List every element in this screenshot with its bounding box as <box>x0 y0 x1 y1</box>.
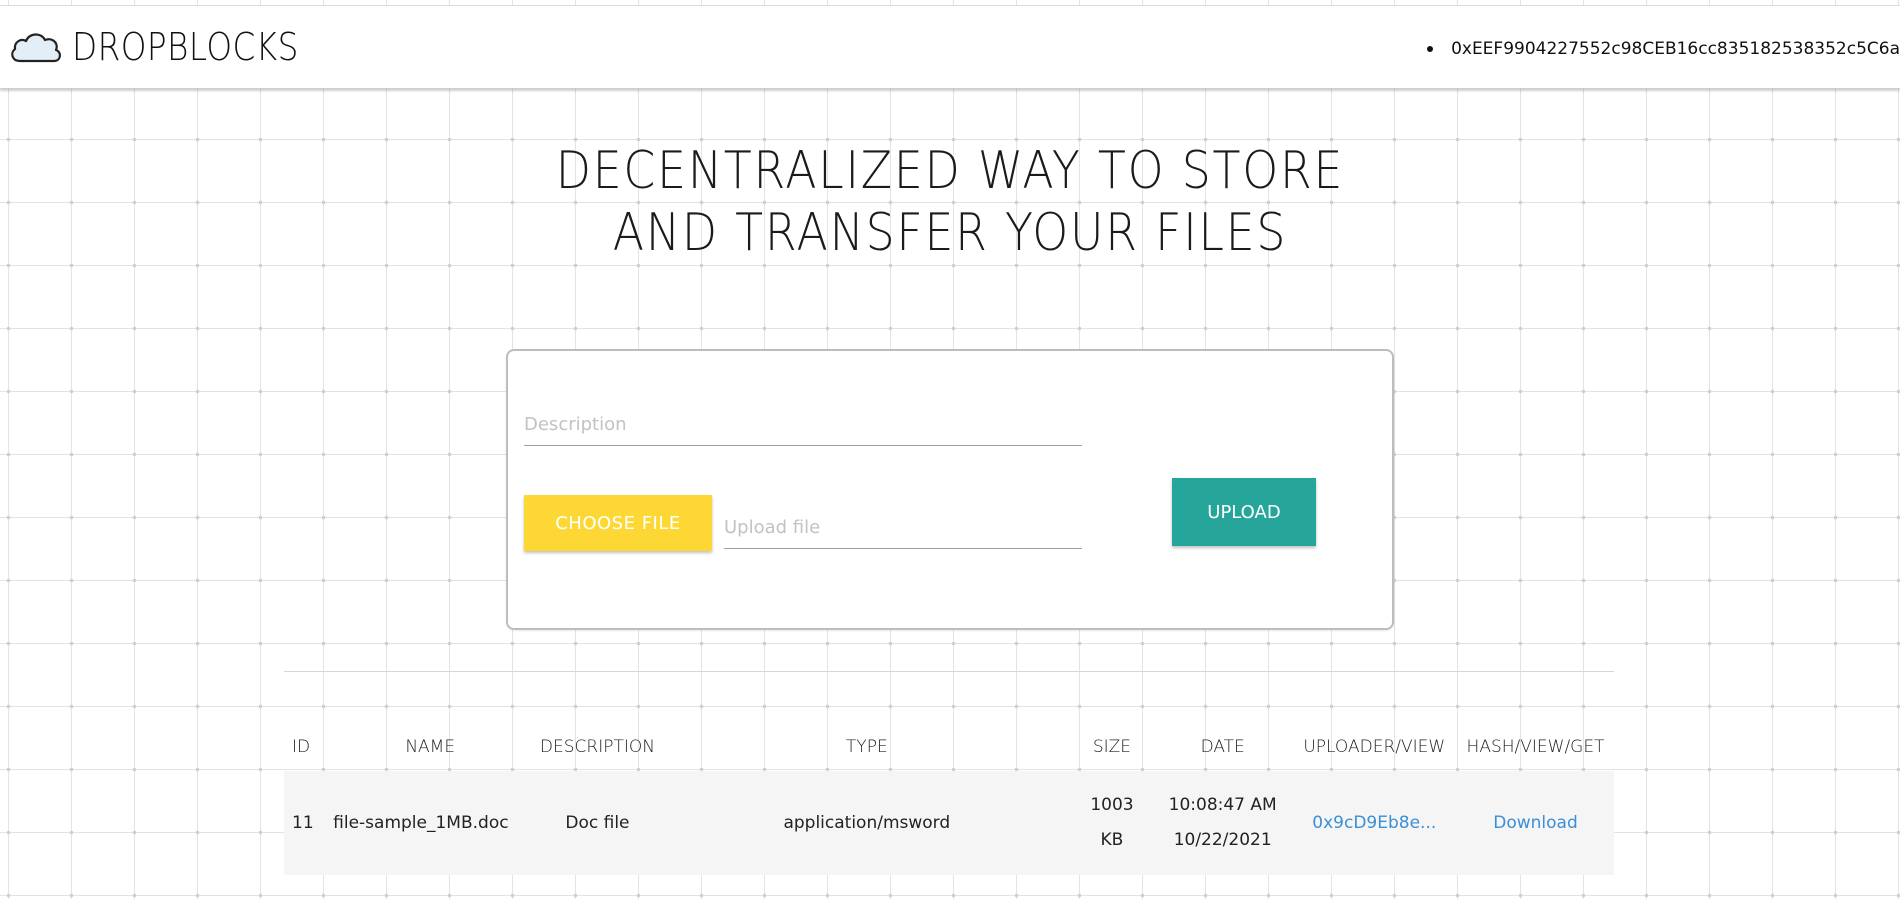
files-table: ID NAME DESCRIPTION TYPE SIZE DATE UPLOA… <box>284 723 1614 875</box>
table-header-row: ID NAME DESCRIPTION TYPE SIZE DATE UPLOA… <box>284 723 1614 771</box>
hero-title-line1: DECENTRALIZED WAY TO STORE <box>555 141 1345 201</box>
column-header-description: DESCRIPTION <box>539 737 655 757</box>
cell-size: 1003 KB <box>1070 771 1154 875</box>
cell-date: 10:08:47 AM 10/22/2021 <box>1153 771 1292 875</box>
cloud-icon <box>8 27 64 67</box>
cell-date-day: 10/22/2021 <box>1173 830 1272 850</box>
column-header-id: ID <box>292 737 311 757</box>
column-header-name: NAME <box>405 737 456 757</box>
brand-name: DROPBLOCKS <box>72 25 299 69</box>
cell-uploader: 0x9cD9Eb8e... <box>1291 771 1458 875</box>
column-header-hash: HASH/VIEW/GET <box>1466 737 1605 757</box>
top-navbar: DROPBLOCKS 0xEEF9904227552c98CEB16cc8351… <box>0 5 1900 89</box>
hero-title: DECENTRALIZED WAY TO STORE AND TRANSFER … <box>510 140 1390 264</box>
upload-button[interactable]: UPLOAD <box>1172 478 1316 546</box>
column-header-date: DATE <box>1200 737 1245 757</box>
brand-logo[interactable]: DROPBLOCKS <box>8 24 336 70</box>
table-row: 11 file-sample_1MB.doc Doc file applicat… <box>284 771 1614 875</box>
cell-type: application/msword <box>663 771 1071 875</box>
column-header-uploader: UPLOADER/VIEW <box>1303 737 1446 757</box>
upload-file-path-input[interactable] <box>724 506 1082 549</box>
page: DROPBLOCKS 0xEEF9904227552c98CEB16cc8351… <box>0 0 1900 899</box>
cell-date-time: 10:08:47 AM <box>1168 795 1277 815</box>
cell-description: Doc file <box>531 771 664 875</box>
choose-file-button[interactable]: CHOOSE FILE <box>524 495 712 551</box>
upload-form: CHOOSE FILE UPLOAD <box>506 349 1394 630</box>
cell-id: 11 <box>284 771 330 875</box>
cell-hash: Download <box>1457 771 1614 875</box>
description-input[interactable] <box>524 403 1082 446</box>
cell-size-value: 1003 <box>1090 795 1134 815</box>
section-divider <box>284 671 1614 672</box>
download-link[interactable]: Download <box>1493 813 1578 833</box>
cell-size-unit: KB <box>1100 830 1124 850</box>
column-header-size: SIZE <box>1092 737 1132 757</box>
cell-name: file-sample_1MB.doc <box>329 771 532 875</box>
account-address-text: 0xEEF9904227552c98CEB16cc835182538352c5C… <box>1451 39 1900 59</box>
account-address: 0xEEF9904227552c98CEB16cc835182538352c5C… <box>1427 39 1900 59</box>
hero-title-line2: AND TRANSFER YOUR FILES <box>612 203 1288 263</box>
bullet-icon <box>1427 46 1434 52</box>
column-header-type: TYPE <box>845 737 888 757</box>
uploader-link[interactable]: 0x9cD9Eb8e... <box>1312 813 1436 833</box>
